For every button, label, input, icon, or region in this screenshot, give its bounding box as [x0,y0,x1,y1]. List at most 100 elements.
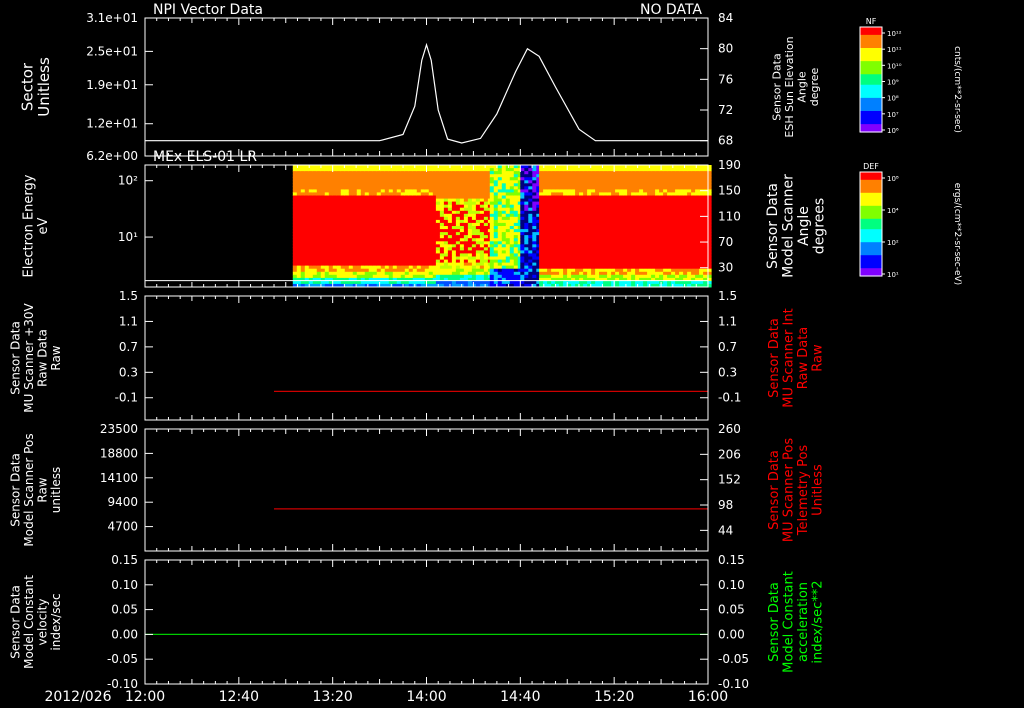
spectrogram-cell [659,256,664,261]
spectrogram-cell [400,268,406,273]
spectrogram-cell [497,238,503,242]
spectrogram-cell [475,268,481,273]
spectrogram-cell [501,265,507,270]
spectrogram-cell [543,201,548,206]
spectrogram-cell [691,165,696,169]
spectrogram-cell [547,226,552,230]
spectrogram-cell [631,247,636,251]
spectrogram-cell [675,165,680,169]
spectrogram-cell [412,195,418,200]
spectrogram-cell [296,195,302,200]
spectrogram-cell [655,222,660,227]
spectrogram-cell [635,222,640,227]
spectrogram-cell [639,253,644,257]
spectrogram-cell [663,186,668,190]
spectrogram-cell [435,171,441,175]
spectrogram-cell [471,165,477,169]
spectrogram-cell [356,265,362,270]
spectrogram-cell [368,256,374,261]
spectrogram-cell [489,247,495,251]
spectrogram-cell [583,177,588,181]
spectrogram-cell [392,265,398,270]
spectrogram-cell [687,186,692,190]
spectrogram-cell [412,226,418,230]
spectrogram-cell [675,238,680,242]
spectrogram-cell [595,226,600,230]
spectrogram-cell [595,165,600,169]
spectrogram-cell [683,171,688,175]
spectrogram-cell [400,256,406,261]
spectrogram-cell [687,165,692,169]
spectrogram-cell [543,268,548,273]
spectrogram-cell [360,165,366,169]
spectrogram-cell [683,165,688,169]
spectrogram-cell [639,177,644,181]
spectrogram-cell [532,268,537,273]
spectrogram-cell [380,253,386,257]
spectrogram-cell [447,171,453,175]
spectrogram-cell [543,192,548,196]
spectrogram-cell [699,222,704,227]
spectrogram-cell [388,274,394,279]
spectrogram-cell [308,265,314,270]
spectrogram-cell [356,274,362,279]
spectrogram-cell [651,201,656,206]
spectrogram-cell [619,256,624,261]
spectrogram-cell [543,274,548,279]
spectrogram-cell [663,201,668,206]
spectrogram-cell [675,177,680,181]
spectrogram-cell [528,171,533,175]
spectrogram-cell [524,207,529,212]
spectrogram-cell [483,256,489,261]
spectrogram-cell [336,256,342,261]
spectrogram-cell [404,265,410,270]
spectrogram-cell [489,274,495,279]
spectrogram-cell [547,177,552,181]
spectrogram-cell [547,274,552,279]
spectrogram-cell [539,222,544,227]
spectrogram-cell [376,192,382,196]
spectrogram-cell [304,165,310,169]
spectrogram-cell [312,165,318,169]
spectrogram-cell [344,192,350,196]
spectrogram-cell [376,265,382,270]
y-axis-title-right: Sensor Data [767,582,782,662]
spectrogram-cell [532,222,537,227]
spectrogram-cell [643,226,648,230]
spectrogram-cell [551,222,556,227]
time-tick-label: 13:20 [312,689,352,705]
y-tick-label: 3.1e+01 [86,11,138,25]
spectrogram-cell [497,256,503,261]
spectrogram-cell [360,177,366,181]
spectrogram-cell [348,253,354,257]
spectrogram-cell [356,207,362,212]
spectrogram-cell [591,256,596,261]
spectrogram-cell [479,216,485,221]
panel-annotation: NO DATA [640,2,702,18]
spectrogram-cell [459,177,465,181]
spectrogram-cell [619,247,624,251]
spectrogram-cell [320,201,326,206]
spectrogram-cell [587,186,592,190]
spectrogram-cell [631,192,636,196]
spectrogram-cell [471,195,477,200]
spectrogram-cell [675,274,680,279]
spectrogram-cell [667,274,672,279]
spectrogram-cell [571,268,576,273]
spectrogram-cell [408,216,414,221]
spectrogram-cell [687,216,692,221]
spectrogram-cell [463,253,469,257]
spectrogram-cell [475,265,481,270]
spectrogram-cell [667,265,672,270]
spectrogram-cell [412,207,418,212]
spectrogram-cell [340,256,346,261]
spectrogram-cell [489,186,495,190]
y-tick-label: 0.05 [111,603,138,617]
spectrogram-cell [667,207,672,212]
spectrogram-cell [671,265,676,270]
spectrogram-cell [539,171,544,175]
spectrogram-cell [368,195,374,200]
spectrogram-cell [679,253,684,257]
spectrogram-cell [635,177,640,181]
spectrogram-cell [555,222,560,227]
